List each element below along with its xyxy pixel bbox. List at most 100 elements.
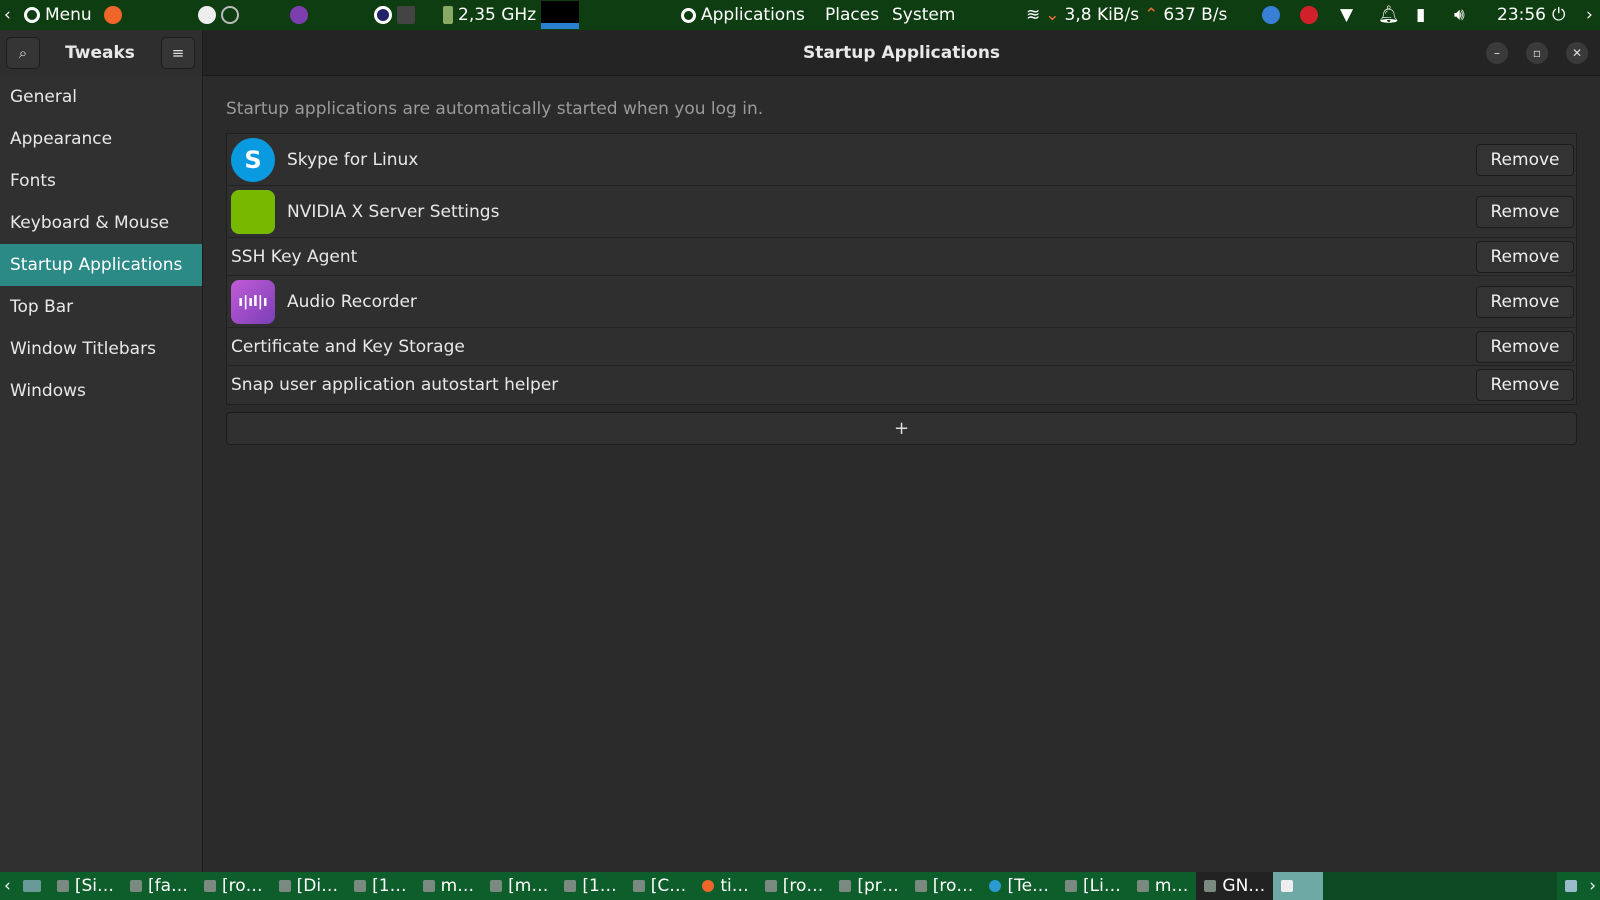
- software-launcher[interactable]: [198, 0, 239, 30]
- app-name: Audio Recorder: [287, 291, 417, 312]
- sidebar-item-fonts[interactable]: Fonts: [0, 160, 202, 202]
- remove-button[interactable]: Remove: [1476, 240, 1574, 273]
- opera-launcher[interactable]: [374, 0, 415, 30]
- panel-scroll-left[interactable]: ‹: [4, 0, 11, 30]
- taskbar-item[interactable]: [Si…: [49, 872, 122, 900]
- network-monitor[interactable]: ≋ ⌄ 3,8 KiB/s ⌃ 637 B/s: [1026, 0, 1227, 30]
- taskbar-label: [Li…: [1083, 876, 1121, 896]
- close-icon: ✕: [1571, 46, 1583, 60]
- cpu-graph: [541, 1, 580, 29]
- sidebar-item-windows[interactable]: Windows: [0, 370, 202, 412]
- tray-notifications[interactable]: 🔔︎: [1378, 0, 1400, 30]
- tor-launcher[interactable]: [290, 0, 308, 30]
- taskbar: ‹ [Si… [fa… [ro… [Di… [1… m… [m… [1… [C……: [0, 872, 1600, 900]
- software-icon: [198, 6, 216, 24]
- show-desktop-button[interactable]: [15, 872, 49, 900]
- tray-app-1[interactable]: [1262, 0, 1280, 30]
- taskbar-item[interactable]: [pr…: [831, 872, 906, 900]
- list-item: SSH Key Agent Remove: [227, 238, 1576, 276]
- taskbar-item[interactable]: [1…: [556, 872, 624, 900]
- minimize-button[interactable]: –: [1486, 42, 1508, 64]
- tray-wifi[interactable]: ▼: [1340, 0, 1353, 30]
- window-icon: [914, 880, 927, 892]
- system-label: System: [892, 5, 956, 25]
- window-icon: [632, 880, 645, 892]
- sidebar-item-startup-applications[interactable]: Startup Applications: [0, 244, 202, 286]
- list-item: Snap user application autostart helper R…: [227, 366, 1576, 404]
- taskbar-item[interactable]: ti…: [694, 872, 756, 900]
- close-button[interactable]: ✕: [1566, 42, 1588, 64]
- taskbar-item-active[interactable]: GN…: [1196, 872, 1274, 900]
- taskbar-item[interactable]: [Li…: [1057, 872, 1129, 900]
- taskbar-item[interactable]: [Di…: [271, 872, 346, 900]
- taskbar-item-current[interactable]: [1273, 872, 1324, 900]
- minimize-icon: –: [1494, 46, 1500, 60]
- tray-volume[interactable]: 🔊︎: [1454, 0, 1465, 30]
- tor-icon: [290, 6, 308, 24]
- taskbar-scroll-right[interactable]: ›: [1585, 872, 1600, 900]
- window-icon: [354, 880, 367, 892]
- desktop-icon: [22, 880, 41, 892]
- taskbar-item[interactable]: [ro…: [757, 872, 832, 900]
- cpu-freq[interactable]: 2,35 GHz: [443, 0, 580, 30]
- trash-button[interactable]: [1557, 872, 1585, 900]
- app-name: NVIDIA X Server Settings: [287, 201, 500, 222]
- taskbar-item[interactable]: [1…: [346, 872, 414, 900]
- remove-button[interactable]: Remove: [1476, 330, 1574, 363]
- maximize-button[interactable]: ▫: [1526, 42, 1548, 64]
- window-icon: [1065, 880, 1078, 892]
- clock-label: 23:56: [1497, 5, 1546, 25]
- menu-button[interactable]: ≡: [161, 37, 195, 69]
- tray-recorder[interactable]: [1300, 0, 1318, 30]
- sidebar-item-top-bar[interactable]: Top Bar: [0, 286, 202, 328]
- remove-button[interactable]: Remove: [1476, 195, 1574, 228]
- battery-icon: ▮: [1416, 5, 1426, 25]
- taskbar-item[interactable]: [C…: [625, 872, 695, 900]
- places-menu[interactable]: Places: [825, 0, 879, 30]
- header-sidebar: ⌕ Tweaks ≡: [0, 30, 203, 76]
- tray-battery[interactable]: ▮: [1416, 0, 1425, 30]
- taskbar-item[interactable]: [ro…: [907, 872, 982, 900]
- remove-button[interactable]: Remove: [1476, 369, 1574, 401]
- applications-menu[interactable]: Applications: [681, 0, 805, 30]
- window-icon: [129, 880, 142, 892]
- menu-button[interactable]: Menu: [24, 0, 92, 30]
- record-icon: [1300, 6, 1318, 24]
- taskbar-item[interactable]: [fa…: [122, 872, 196, 900]
- taskbar-item[interactable]: [ro…: [196, 872, 271, 900]
- sidebar-item-window-titlebars[interactable]: Window Titlebars: [0, 328, 202, 370]
- window-icon: [204, 880, 217, 892]
- sidebar-item-general[interactable]: General: [0, 76, 202, 118]
- taskbar-item[interactable]: [Te…: [981, 872, 1057, 900]
- panel-scroll-right[interactable]: ›: [1586, 0, 1593, 30]
- terminal-icon: [397, 6, 415, 24]
- list-item: Certificate and Key Storage Remove: [227, 328, 1576, 366]
- taskbar-item[interactable]: m…: [1129, 872, 1197, 900]
- sidebar-item-appearance[interactable]: Appearance: [0, 118, 202, 160]
- nvidia-icon: [231, 189, 275, 234]
- system-menu[interactable]: System: [892, 0, 955, 30]
- list-item: NVIDIA X Server Settings Remove: [227, 186, 1576, 238]
- taskbar-scroll-left[interactable]: ‹: [0, 872, 15, 900]
- sidebar-item-keyboard-mouse[interactable]: Keyboard & Mouse: [0, 202, 202, 244]
- remove-button[interactable]: Remove: [1476, 143, 1574, 176]
- opera-icon: [374, 6, 392, 24]
- add-startup-app-button[interactable]: +: [226, 412, 1577, 445]
- remove-button[interactable]: Remove: [1476, 285, 1574, 318]
- power-button[interactable]: ⏻: [1552, 0, 1565, 30]
- firefox-launcher[interactable]: [104, 0, 122, 30]
- taskbar-label: [1…: [372, 876, 407, 896]
- window-icon: [490, 880, 503, 892]
- net-down: 3,8 KiB/s: [1064, 5, 1140, 25]
- taskbar-item[interactable]: [m…: [482, 872, 556, 900]
- window-icon: [422, 880, 435, 892]
- main-content: Startup applications are automatically s…: [204, 76, 1600, 872]
- taskbar-item[interactable]: m…: [415, 872, 483, 900]
- net-up: 637 B/s: [1163, 5, 1228, 25]
- window-title: Startup Applications: [802, 43, 1001, 63]
- taskbar-label: [fa…: [147, 876, 189, 896]
- gears-icon: [221, 6, 239, 24]
- window-icon: [1204, 880, 1217, 892]
- search-button[interactable]: ⌕: [6, 37, 40, 69]
- clock[interactable]: 23:56: [1497, 0, 1546, 30]
